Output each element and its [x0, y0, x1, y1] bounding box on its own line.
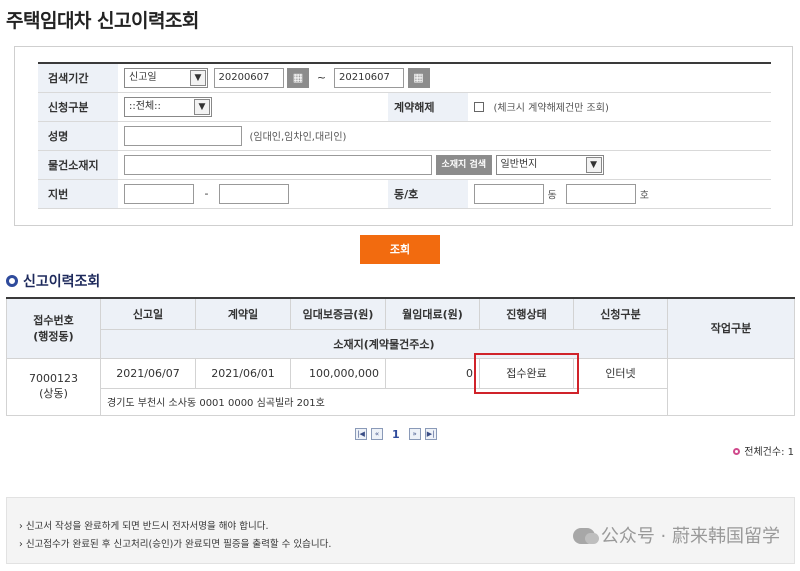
lot-type-select[interactable]: 일반번지 ▼ [495, 154, 604, 175]
monthly-rent-header: 월임대료(원) [385, 297, 480, 330]
period-label: 검색기간 [38, 63, 118, 93]
address-header: 소재지(계약물건주소) [100, 328, 668, 359]
address-cell: 경기도 부천시 소사동 0001 0000 심곡빌라 201호 [100, 387, 668, 416]
date-to-input[interactable]: 20210607 [334, 67, 404, 88]
contract-date-cell: 2021/06/01 [195, 357, 291, 389]
request-type-select[interactable]: ::전체:: ▼ [124, 96, 212, 117]
deposit-header: 임대보증금(원) [290, 297, 386, 330]
name-hint: (임대인,임차인,대리인) [249, 132, 347, 143]
circle-bullet-icon [6, 275, 18, 287]
location-input[interactable] [124, 154, 432, 175]
contract-cancel-checkbox[interactable] [474, 101, 484, 112]
location-search-button[interactable]: 소재지 검색 [435, 154, 493, 175]
contract-cancel-label: 계약해제 [388, 92, 468, 122]
total-count-text: 전체건수: 1 [744, 447, 794, 458]
dong-suffix: 동 [547, 190, 557, 201]
first-page-icon[interactable]: |◀ [355, 428, 367, 440]
receipt-no: 7000123 [29, 372, 78, 385]
dong-input[interactable] [474, 183, 544, 204]
pagination: |◀ « 1 » ▶| [355, 427, 441, 441]
request-type-header: 신청구분 [573, 297, 668, 330]
monthly-rent-cell: 0 [385, 357, 480, 389]
deposit-cell: 100,000,000 [290, 357, 386, 389]
total-count: 전체건수: 1 [733, 443, 794, 458]
watermark: 公众号 · 蔚来韩国留学 [572, 522, 780, 548]
report-date-header: 신고일 [100, 297, 196, 330]
next-page-icon[interactable]: » [408, 428, 421, 440]
request-type-value: ::전체:: [129, 100, 161, 112]
notice-line-2: › 신고접수가 완료된 후 신고처리(승인)가 완료되면 필증을 출력할 수 있… [19, 539, 332, 550]
status-header: 진행상태 [479, 297, 574, 330]
lot-type-value: 일반번지 [500, 158, 538, 170]
search-panel: 검색기간 신고일 ▼ 20200607 ▦ ~ 20210607 ▦ 신청구분 … [14, 46, 793, 226]
period-type-select[interactable]: 신고일 ▼ [124, 67, 208, 88]
bullet-icon [733, 448, 741, 455]
last-page-icon[interactable]: ▶| [424, 428, 437, 440]
search-button[interactable]: 조회 [360, 235, 440, 264]
status-cell: 접수완료 [474, 352, 579, 394]
contract-date-header: 계약일 [195, 297, 291, 330]
request-type-label: 신청구분 [38, 92, 118, 122]
district-header-label: (행정동) [33, 330, 74, 344]
period-type-value: 신고일 [129, 71, 157, 83]
notice-box: › 신고서 작성을 완료하게 되면 반드시 전자서명을 해야 합니다. › 신고… [6, 497, 795, 564]
receipt-no-header: 접수번호 (행정동) [6, 297, 101, 359]
request-type-cell: 인터넷 [573, 357, 668, 389]
receipt-no-cell[interactable]: 7000123 (상동) [6, 357, 101, 416]
dong-ho-label: 동/호 [388, 179, 468, 209]
section-title-text: 신고이력조회 [23, 274, 101, 290]
calendar-icon[interactable]: ▦ [287, 67, 309, 88]
lot-main-input[interactable] [124, 183, 194, 204]
status-highlight-box [474, 352, 579, 394]
date-separator: ~ [316, 71, 327, 85]
section-title: 신고이력조회 [6, 271, 100, 291]
lot-sub-input[interactable] [219, 183, 289, 204]
watermark-text: 公众号 · 蔚来韩国留学 [600, 526, 780, 547]
chevron-down-icon: ▼ [190, 69, 206, 86]
ho-suffix: 호 [639, 190, 649, 201]
search-form: 검색기간 신고일 ▼ 20200607 ▦ ~ 20210607 ▦ 신청구분 … [38, 62, 771, 209]
notice-line-1: › 신고서 작성을 완료하게 되면 반드시 전자서명을 해야 합니다. [19, 521, 269, 532]
district: (상동) [39, 387, 68, 400]
current-page[interactable]: 1 [392, 428, 400, 441]
page-title: 주택임대차 신고이력조회 [6, 10, 199, 32]
work-type-cell[interactable] [667, 357, 795, 416]
table-row[interactable]: 7000123 (상동) 2021/06/07 2021/06/01 100,0… [6, 352, 795, 416]
calendar-icon[interactable]: ▦ [407, 67, 430, 88]
work-type-header: 작업구분 [667, 297, 795, 359]
location-label: 물건소재지 [38, 150, 118, 180]
contract-cancel-hint: (체크시 계약해제건만 조회) [493, 103, 609, 114]
lot-label: 지번 [38, 179, 118, 209]
chevron-down-icon: ▼ [194, 98, 210, 115]
chevron-down-icon: ▼ [585, 156, 602, 173]
prev-page-icon[interactable]: « [371, 428, 383, 440]
name-input[interactable] [124, 125, 242, 146]
wechat-icon [572, 528, 599, 544]
name-label: 성명 [38, 121, 118, 151]
date-from-input[interactable]: 20200607 [213, 67, 284, 88]
ho-input[interactable] [566, 183, 637, 204]
report-date-cell: 2021/06/07 [100, 357, 196, 389]
results-table: 접수번호 (행정동) 신고일 계약일 임대보증금(원) 월임대료(원) 진행상태… [6, 297, 795, 416]
lot-separator: - [204, 187, 209, 200]
receipt-no-header-label: 접수번호 [33, 314, 74, 328]
